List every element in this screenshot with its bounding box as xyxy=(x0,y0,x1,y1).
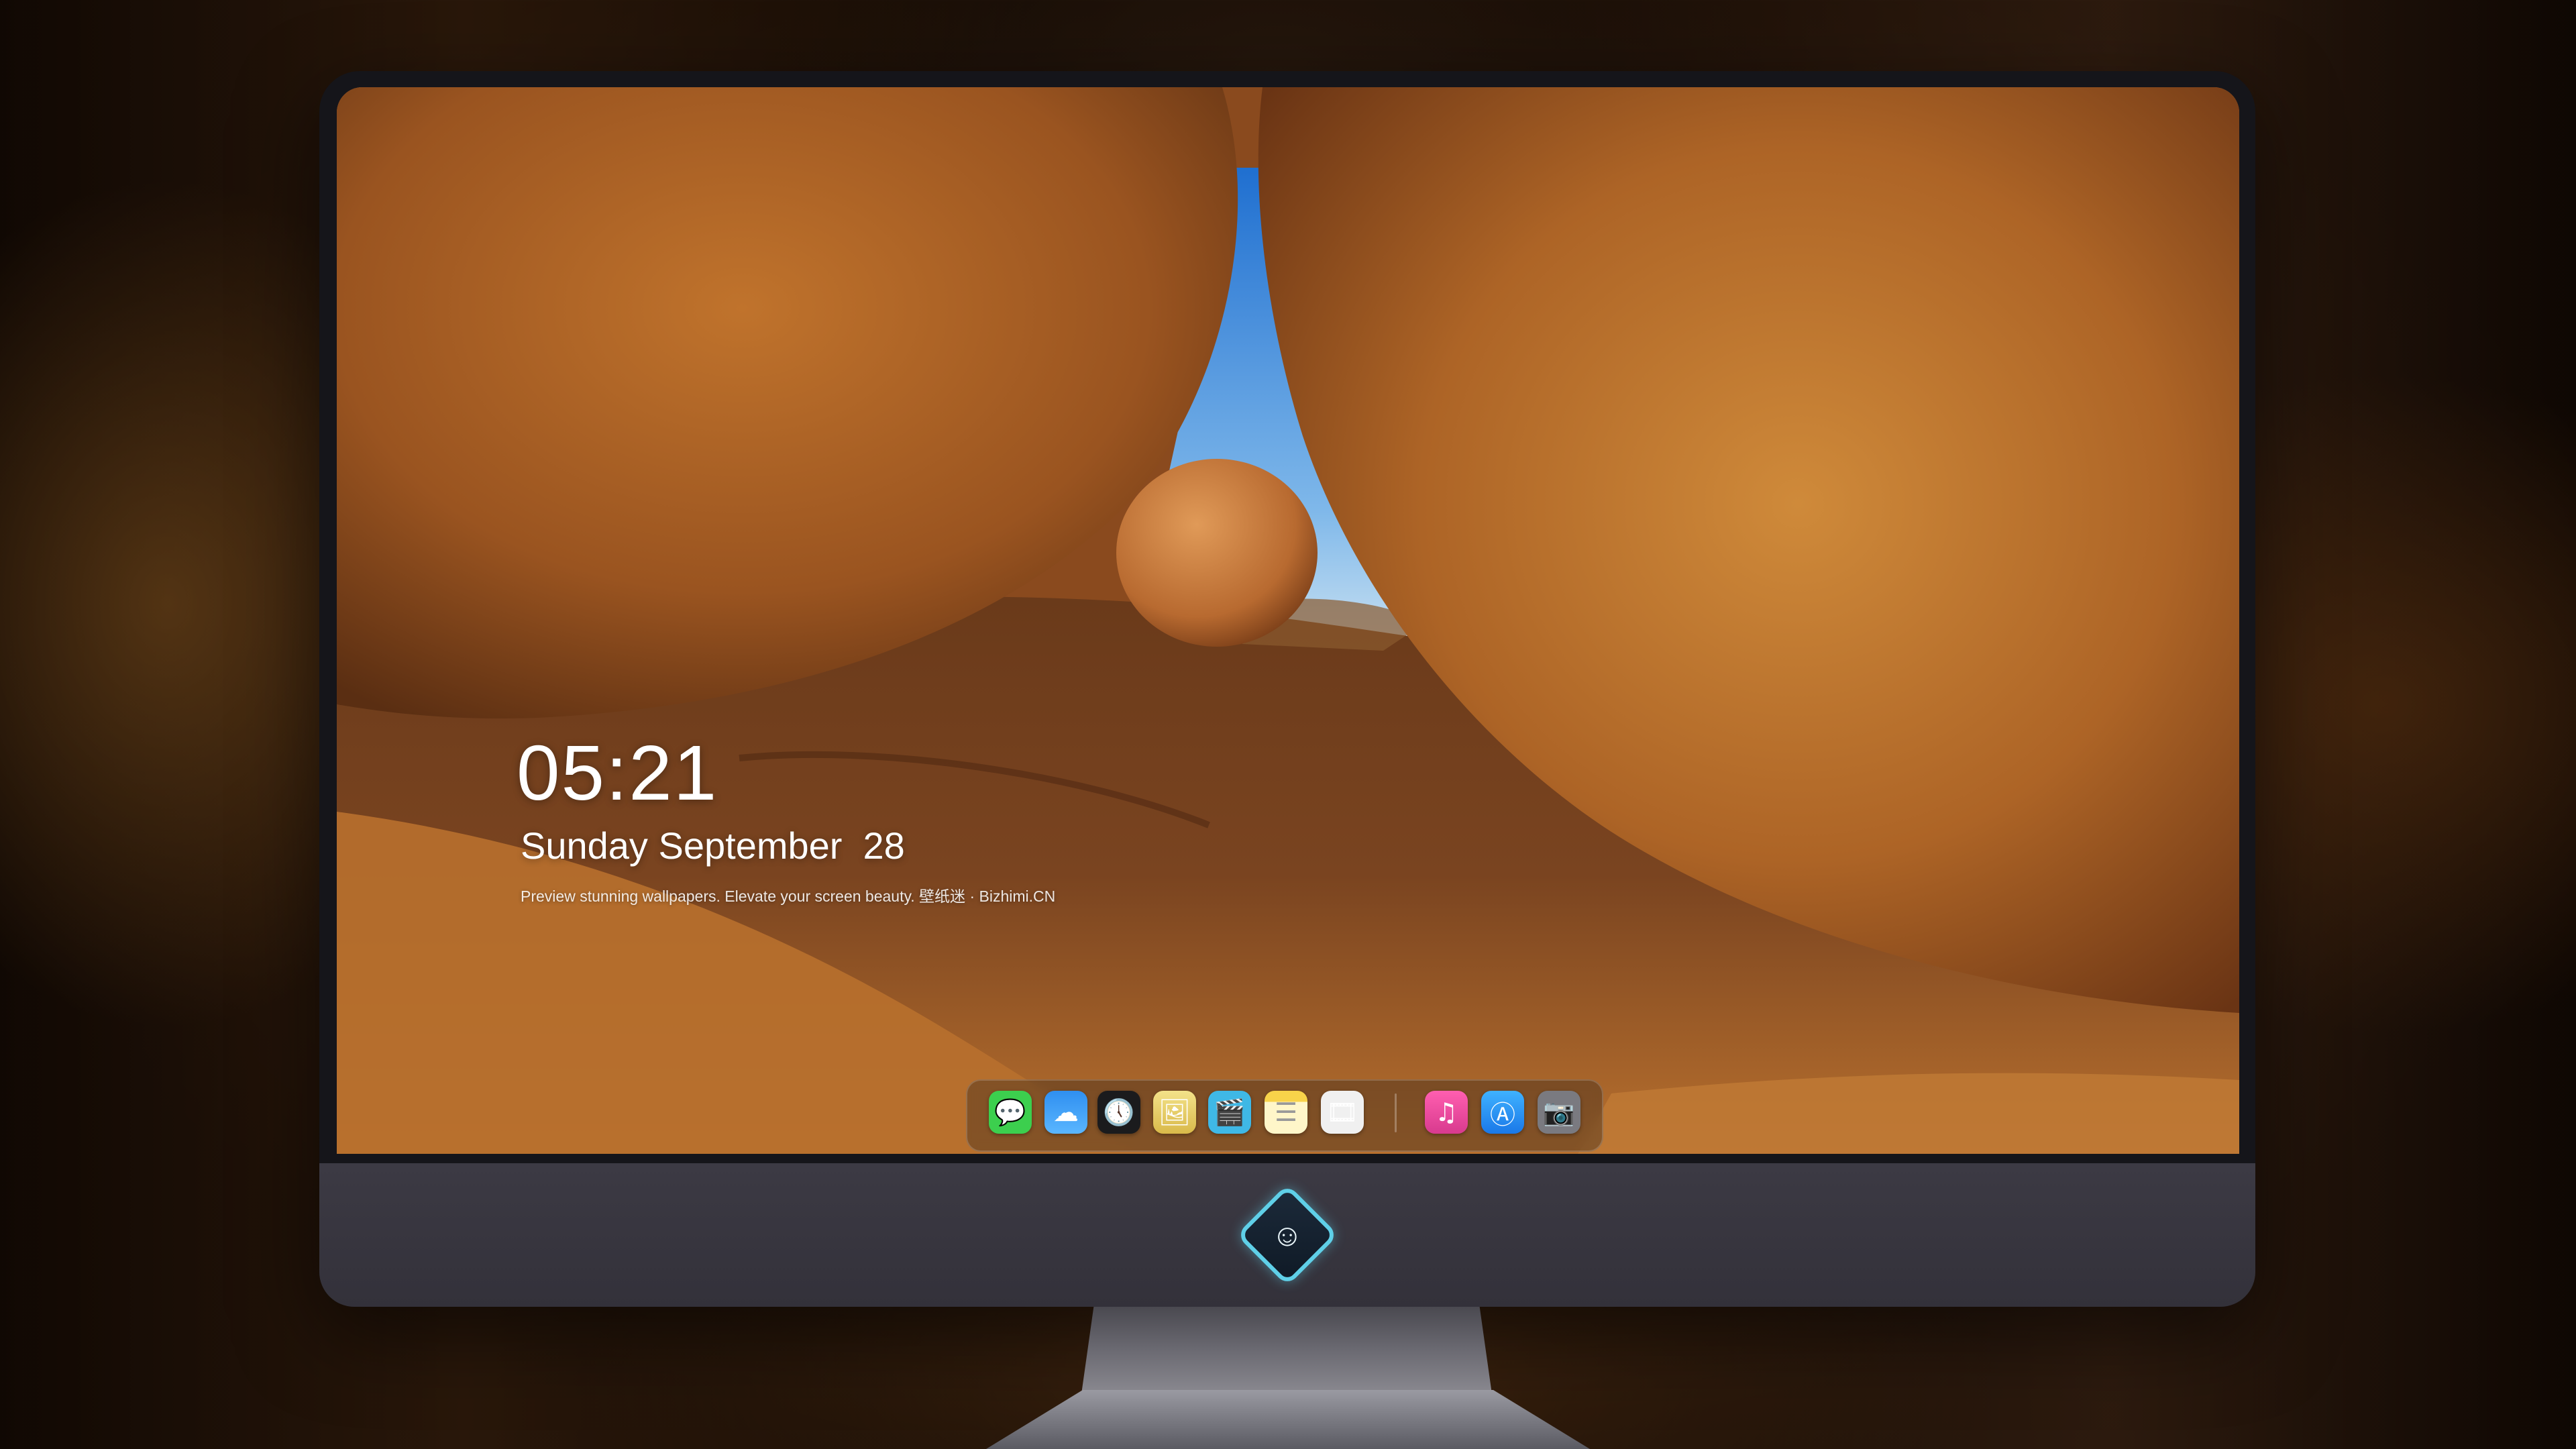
camera-icon[interactable]: 📷 xyxy=(1538,1091,1580,1134)
wallpaper xyxy=(337,87,2239,1154)
lock-screen-date: Sunday September 28 xyxy=(521,824,905,867)
monitor-stand-neck xyxy=(1081,1307,1492,1394)
clips-icon[interactable]: 🎬 xyxy=(1208,1091,1251,1134)
weather-icon[interactable]: ☁ xyxy=(1044,1091,1087,1134)
monitor-stand-base xyxy=(986,1390,1590,1449)
messages-icon[interactable]: 💬 xyxy=(989,1091,1032,1134)
wallpaper-tagline: Preview stunning wallpapers. Elevate you… xyxy=(521,888,1056,905)
notes-icon[interactable]: ☰ xyxy=(1265,1091,1307,1134)
preview-icon[interactable]: 🖼 xyxy=(1153,1091,1196,1134)
lock-screen-time: 05:21 xyxy=(517,729,718,816)
music-icon[interactable]: ♫ xyxy=(1425,1091,1468,1134)
photo-booth-icon[interactable]: 🎞 xyxy=(1321,1091,1364,1134)
dock-separator xyxy=(1395,1093,1397,1132)
clock-icon[interactable]: 🕔 xyxy=(1097,1091,1140,1134)
lock-screen: 05:21 Sunday September 28 Preview stunni… xyxy=(337,87,2239,1154)
monitor-logo-icon: ☺ xyxy=(1236,1183,1339,1287)
monitor-chin: ☺ xyxy=(319,1163,2255,1307)
app-store-icon[interactable]: Ⓐ xyxy=(1481,1091,1524,1134)
